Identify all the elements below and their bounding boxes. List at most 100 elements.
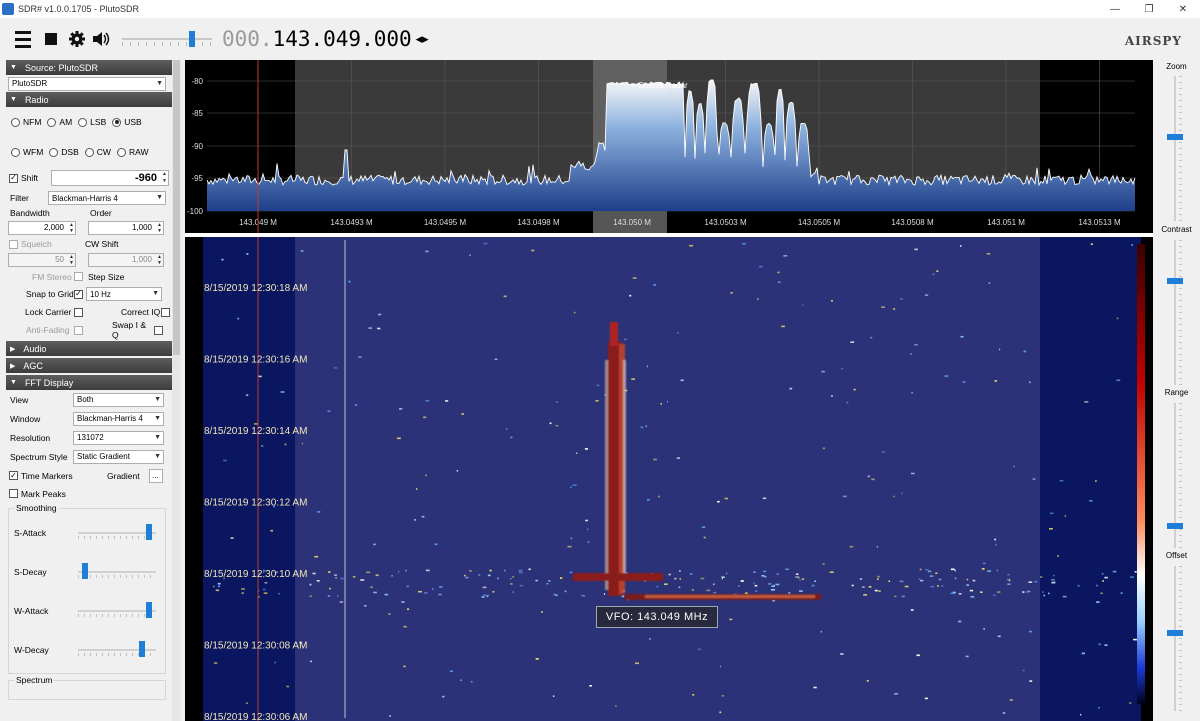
slider-w-attack: W-Attack	[6, 592, 172, 631]
spectrum-x-tick: 143.0503 M	[704, 218, 747, 227]
slider-thumb[interactable]	[146, 602, 153, 618]
window-label: Window	[10, 413, 41, 424]
shift-checkbox[interactable]: ✓	[9, 173, 18, 183]
window-select[interactable]: Blackman-Harris 4 ▼	[73, 411, 164, 426]
order-input[interactable]: 1,000 ▲ ▼	[88, 221, 164, 235]
mode-radio-lsb[interactable]: LSB	[78, 117, 106, 127]
scrollbar-thumb[interactable]	[173, 60, 180, 355]
volume-slider-thumb[interactable]	[189, 31, 196, 47]
frequency-display[interactable]: 000.143.049.000	[222, 27, 412, 51]
left-panel-scrollbar[interactable]	[172, 60, 181, 721]
frequency-step-arrows-icon[interactable]: ◂▸	[416, 31, 429, 47]
airspy-logo: AIRSPY	[1124, 34, 1182, 48]
collapse-icon: ▼	[10, 379, 17, 386]
section-fft-display[interactable]: ▼ FFT Display	[6, 375, 172, 390]
mark-peaks-checkbox[interactable]	[9, 489, 18, 498]
waterfall-timestamp: 8/15/2019 12:30:12 AM	[204, 498, 307, 509]
resolution-select[interactable]: 131072 ▼	[73, 430, 164, 445]
mode-row-2: WFM DSB CW RAW	[6, 137, 172, 167]
spectrum-x-tick: 143.0508 M	[891, 218, 934, 227]
restore-button[interactable]: ❐	[1132, 0, 1166, 18]
smoothing-group: Smoothing S-Attack S-Decay W-Attack W-Decay	[6, 502, 172, 674]
waterfall-timestamp: 8/15/2019 12:30:06 AM	[204, 712, 307, 721]
fm-stereo-checkbox[interactable]	[74, 272, 83, 281]
offset-slider[interactable]	[1167, 630, 1183, 636]
waterfall-timestamp: 8/15/2019 12:30:14 AM	[204, 426, 307, 437]
view-select[interactable]: Both ▼	[73, 392, 164, 407]
slider-label: S-Attack	[14, 528, 47, 538]
slider-thumb[interactable]	[146, 524, 153, 540]
mode-radio-raw[interactable]: RAW	[116, 147, 148, 157]
gradient-label: Gradient	[107, 470, 140, 481]
lock-carrier-checkbox[interactable]	[74, 307, 83, 317]
stop-button[interactable]	[40, 28, 62, 50]
spectrum-x-tick: 143.0493 M	[330, 218, 373, 227]
collapse-icon: ▼	[10, 64, 17, 71]
spectrum-annotation: < Graves Radar	[631, 81, 688, 90]
gear-icon[interactable]	[66, 28, 88, 50]
squelch-checkbox[interactable]	[9, 239, 18, 249]
mode-radio-usb[interactable]: USB	[112, 117, 142, 127]
filter-label: Filter	[10, 193, 29, 203]
close-button[interactable]: ✕	[1166, 0, 1200, 18]
time-markers-checkbox[interactable]: ✓	[9, 471, 18, 480]
swap-iq-checkbox[interactable]	[154, 325, 163, 335]
bandwidth-label: Bandwidth	[10, 208, 50, 218]
expand-icon: ▶	[10, 345, 16, 353]
panel-divider	[185, 233, 1153, 237]
time-markers-label: Time Markers	[21, 470, 73, 481]
fm-stereo-label: FM Stereo	[32, 271, 72, 282]
section-audio[interactable]: ▶ Audio	[6, 341, 172, 356]
frequency-digits[interactable]: 143.049.000	[273, 27, 412, 51]
spectrum-style-label: Spectrum Style	[10, 451, 68, 462]
section-source[interactable]: ▼ Source: PlutoSDR	[6, 60, 172, 75]
spectrum-style-select[interactable]: Static Gradient ▼	[73, 449, 164, 464]
squelch-label: Squelch	[21, 239, 52, 249]
mode-radio-wfm[interactable]: WFM	[11, 147, 43, 157]
section-radio[interactable]: ▼ Radio	[6, 92, 172, 107]
speaker-icon[interactable]	[90, 28, 112, 50]
offset-label: Offset	[1165, 551, 1188, 560]
spectrum-x-tick: 143.050 M	[613, 218, 651, 227]
slider-thumb[interactable]	[81, 563, 88, 579]
contrast-slider[interactable]	[1167, 278, 1183, 284]
waterfall-color-scale	[1137, 244, 1145, 704]
hamburger-menu-icon[interactable]	[12, 28, 34, 50]
shift-value-input[interactable]: -960 ▲ ▼	[51, 170, 169, 186]
view-label: View	[10, 394, 29, 405]
filter-select[interactable]: Blackman-Harris 4 ▼	[48, 191, 166, 205]
cw-shift-input[interactable]: 1,000 ▲ ▼	[88, 252, 164, 267]
zoom-label: Zoom	[1166, 62, 1187, 71]
contrast-label: Contrast	[1161, 225, 1192, 234]
volume-slider[interactable]	[122, 28, 212, 50]
mode-radio-nfm[interactable]: NFM	[11, 117, 41, 127]
slider-thumb[interactable]	[139, 641, 146, 657]
waterfall-timestamp: 8/15/2019 12:30:08 AM	[204, 641, 307, 652]
snap-to-grid-checkbox[interactable]: ✓	[74, 289, 83, 299]
minimize-button[interactable]: —	[1098, 0, 1132, 18]
range-slider[interactable]	[1167, 523, 1183, 529]
step-size-select[interactable]: 10 Hz ▼	[86, 287, 162, 301]
section-agc[interactable]: ▶ AGC	[6, 358, 172, 373]
gradient-button[interactable]: ...	[149, 468, 163, 483]
spectrum-y-tick: -85	[191, 109, 203, 118]
mode-radio-am[interactable]: AM	[47, 117, 72, 127]
spectrum-y-tick: -95	[191, 174, 203, 183]
correct-iq-checkbox[interactable]	[161, 307, 170, 317]
mode-row-1: NFM AM LSB USB	[6, 107, 172, 137]
zoom-slider[interactable]	[1167, 134, 1183, 140]
resolution-label: Resolution	[10, 432, 51, 443]
spectrum-x-tick: 143.0498 M	[517, 218, 560, 227]
slider-w-decay: W-Decay	[6, 631, 172, 670]
snap-to-grid-label: Snap to Grid	[26, 289, 74, 299]
shift-label: Shift	[21, 173, 39, 183]
waterfall-timestamp: 8/15/2019 12:30:10 AM	[204, 569, 307, 580]
mode-radio-dsb[interactable]: DSB	[49, 147, 79, 157]
squelch-input[interactable]: 50 ▲ ▼	[8, 252, 76, 267]
spectrum-x-tick: 143.0513 M	[1078, 218, 1121, 227]
anti-fading-checkbox[interactable]	[74, 325, 83, 335]
mode-radio-cw[interactable]: CW	[84, 147, 111, 157]
bandwidth-input[interactable]: 2,000 ▲ ▼	[8, 221, 76, 235]
source-device-select[interactable]: PlutoSDR ▼	[8, 76, 166, 91]
app-icon	[2, 3, 14, 15]
